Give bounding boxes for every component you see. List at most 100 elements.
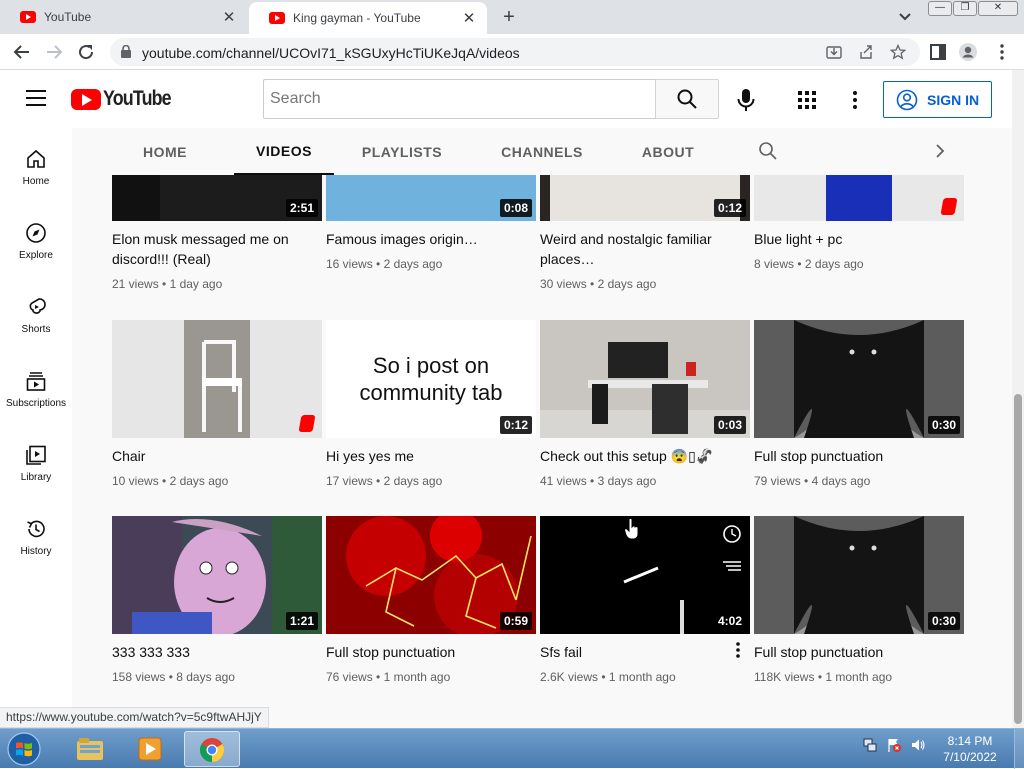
nav-item-explore[interactable]: Explore [0,202,72,276]
video-title[interactable]: Sfs fail [540,642,736,662]
video-thumbnail[interactable]: 4:02 [540,516,750,634]
taskbar-clock[interactable]: 8:14 PM 7/10/2022 [930,733,1010,765]
video-title[interactable]: Check out this setup 😨▯🦨 [540,446,736,466]
video-views: 8 views [754,257,795,271]
page-scrollbar[interactable] [1012,70,1024,728]
sign-in-button[interactable]: SIGN IN [883,81,992,118]
video-card[interactable]: 0:12 Weird and nostalgic familiar places…… [540,175,750,321]
tab-close-icon[interactable]: ✕ [461,9,477,27]
video-title[interactable]: Weird and nostalgic familiar places… [540,229,736,269]
video-title[interactable]: Full stop punctuation [754,642,950,662]
video-card[interactable]: 2:51 Elon musk messaged me on discord!!! … [112,175,322,321]
video-thumbnail[interactable]: So i post on community tab 0:12 [326,320,536,438]
address-bar[interactable]: youtube.com/channel/UCOvI71_kSGUxyHcTiUK… [110,38,920,66]
tab-videos[interactable]: VIDEOS [234,128,334,175]
tab-home[interactable]: HOME [128,128,202,175]
bookmark-star-icon[interactable] [890,44,906,60]
forward-arrow-icon[interactable] [44,42,64,62]
video-card[interactable]: 0:59 Full stop punctuation 76 views • 1 mo… [326,516,536,728]
video-meta: 158 views • 8 days ago [112,670,235,684]
hamburger-menu-icon[interactable] [26,90,46,106]
video-card[interactable]: 0:30 Full stop punctuation 118K views • 1 … [754,516,964,728]
video-title[interactable]: Full stop punctuation [326,642,522,662]
browser-tab-youtube[interactable]: YouTube ✕ [0,0,247,34]
video-thumbnail[interactable]: 0:03 [540,320,750,438]
tab-title: YouTube [44,10,92,24]
volume-icon[interactable] [910,737,926,753]
video-title[interactable]: Elon musk messaged me on discord!!! (Rea… [112,229,308,269]
taskbar-explorer[interactable] [62,731,118,767]
minimize-button[interactable]: — [928,1,952,16]
side-panel-icon[interactable] [928,42,948,62]
tab-about[interactable]: ABOUT [628,128,708,175]
chevron-right-icon[interactable] [932,141,948,161]
video-card[interactable]: 0:03 Check out this setup 😨▯🦨 41 views • 3… [540,320,750,538]
browser-tab-channel[interactable]: King gayman - YouTube ✕ [249,2,487,34]
video-thumbnail[interactable]: 0:12 [540,175,750,221]
browser-menu-icon[interactable] [992,42,1012,62]
thumbnail-image [112,320,322,438]
tab-search-chevron-icon[interactable] [896,6,914,26]
video-card[interactable]: 4:02 Sfs fail 2.6K views • 1 month ago [540,516,750,728]
search-button[interactable] [655,79,719,119]
video-action-menu-icon[interactable] [730,640,746,660]
taskbar-chrome[interactable] [184,731,240,767]
video-thumbnail[interactable]: 1:21 [112,516,322,634]
video-thumbnail[interactable]: 0:08 [326,175,536,221]
microphone-icon[interactable] [733,87,759,113]
meta-separator: • [814,670,826,684]
video-card[interactable]: 0:08 Famous images origin… 16 views • 2 da… [326,175,536,321]
network-icon[interactable] [862,737,878,753]
profile-avatar-icon[interactable] [958,42,978,62]
video-title[interactable]: Famous images origin… [326,229,522,249]
install-app-icon[interactable] [826,44,842,60]
back-arrow-icon[interactable] [12,42,32,62]
new-tab-button[interactable]: + [498,6,520,29]
settings-more-icon[interactable] [845,88,865,112]
video-thumbnail[interactable]: 0:30 [754,516,964,634]
video-card[interactable]: So i post on community tab 0:12 Hi yes yes… [326,320,536,538]
nav-item-library[interactable]: Library [0,424,72,498]
video-views: 21 views [112,277,159,291]
reload-icon[interactable] [76,42,96,62]
nav-item-subscriptions[interactable]: Subscriptions [0,350,72,424]
nav-item-history[interactable]: History [0,498,72,572]
video-thumbnail[interactable] [112,320,322,438]
video-card[interactable]: 0:30 Full stop punctuation 79 views • 4 da… [754,320,964,538]
video-title[interactable]: Blue light + pc [754,229,950,249]
video-duration: 0:08 [499,199,532,217]
action-center-flag-icon[interactable] [886,737,902,753]
video-duration: 0:12 [499,416,532,434]
lock-icon[interactable] [121,45,131,58]
video-meta: 16 views • 2 days ago [326,257,442,271]
close-window-button[interactable]: ✕ [978,1,1018,16]
restore-button[interactable]: ❐ [953,1,977,16]
video-title[interactable]: Hi yes yes me [326,446,522,466]
video-title[interactable]: Chair [112,446,308,466]
video-thumbnail[interactable]: 0:59 [326,516,536,634]
video-thumbnail[interactable]: 2:51 [112,175,322,221]
video-age: 4 days ago [811,474,871,488]
tab-playlists[interactable]: PLAYLISTS [352,128,452,175]
video-title[interactable]: Full stop punctuation [754,446,950,466]
youtube-logo[interactable]: YouTube [71,87,183,111]
search-input[interactable] [264,80,656,118]
video-thumbnail[interactable] [754,175,964,221]
taskbar-media-player[interactable] [122,731,178,767]
video-card[interactable]: 1:21 333 333 333 158 views • 8 days ago [112,516,322,728]
windows-start-icon[interactable] [4,730,44,768]
video-thumbnail[interactable]: 0:30 [754,320,964,438]
share-icon[interactable] [858,44,874,60]
tab-close-icon[interactable]: ✕ [221,8,237,26]
nav-item-shorts[interactable]: Shorts [0,276,72,350]
show-desktop-button[interactable] [1014,729,1024,769]
tab-channels[interactable]: CHANNELS [492,128,592,175]
video-card[interactable]: Blue light + pc 8 views • 2 days ago [754,175,964,321]
channel-search-icon[interactable] [758,141,778,161]
video-title[interactable]: 333 333 333 [112,642,308,662]
apps-grid-icon[interactable] [797,90,817,110]
video-card[interactable]: Chair 10 views • 2 days ago [112,320,322,538]
nav-item-home[interactable]: Home [0,128,72,202]
scrollbar-thumb[interactable] [1014,394,1022,724]
video-duration: 0:30 [927,416,960,434]
